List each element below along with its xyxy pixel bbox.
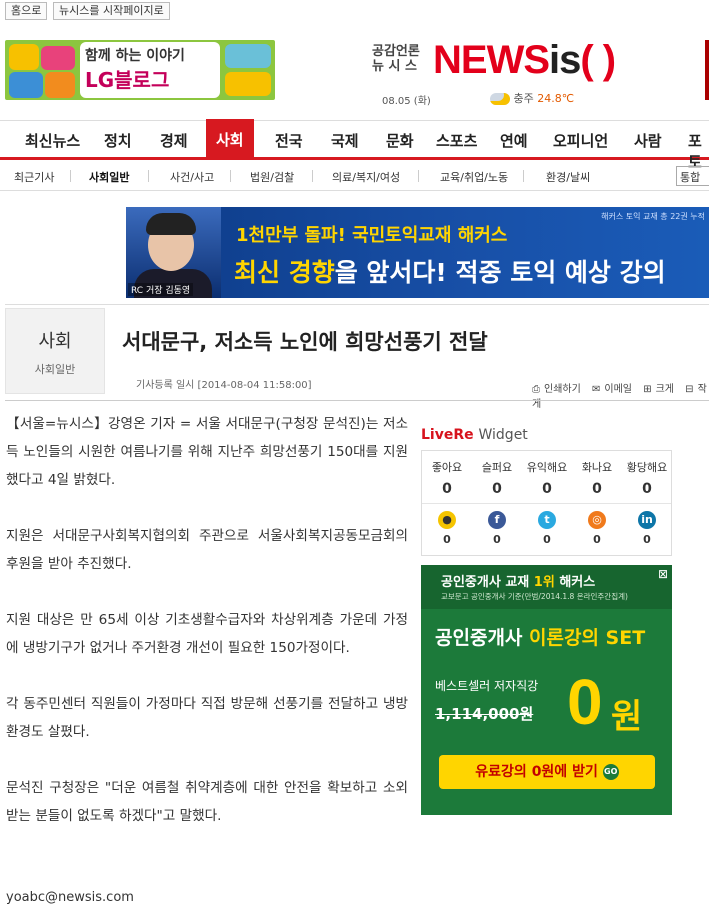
- article-paragraph: 지원 대상은 만 65세 이상 기초생활수급자와 차상위계층 가운데 가정에 냉…: [6, 612, 408, 656]
- nav-politics[interactable]: 정치: [104, 130, 132, 151]
- reporter-email[interactable]: yoabc@newsis.com: [6, 890, 134, 905]
- banner-headline: 1천만부 돌파! 국민토익교재 해커스: [236, 225, 508, 246]
- sub-nav: 최근기사 사회일반 사건/사고 법원/검찰 의료/복지/여성 교육/취업/노동 …: [0, 163, 709, 191]
- subnav-recent[interactable]: 최근기사: [14, 169, 54, 185]
- ad-title: 공인중개사 이론강의 SET: [435, 627, 646, 649]
- share-facebook[interactable]: f0: [472, 503, 522, 546]
- nav-economy[interactable]: 경제: [160, 130, 188, 151]
- article-paragraph: 【서울=뉴시스】강영온 기자 = 서울 서대문구(구청장 문석진)는 저소득 노…: [6, 416, 408, 488]
- lg-banner-line1: 함께 하는 이야기: [85, 48, 185, 64]
- subnav-environment[interactable]: 환경/날씨: [546, 169, 590, 185]
- subsection-title: 사회일반: [34, 363, 76, 376]
- divider: [5, 400, 709, 401]
- section-label-box: 사회 사회일반: [5, 308, 105, 394]
- lg-banner-line2: LG블로그: [85, 68, 170, 92]
- logo-tagline: 공감언론 뉴 시 스: [372, 44, 420, 74]
- article-paragraph: 각 동주민센터 직원들이 가정마다 직접 방문해 선풍기를 전달하고 냉방환경도…: [6, 696, 408, 740]
- nav-international[interactable]: 국제: [331, 130, 359, 151]
- ad-original-price: 1,114,000원: [435, 705, 534, 723]
- mail-icon: ✉: [592, 384, 601, 395]
- section-title: 사회: [38, 331, 72, 352]
- go-icon: GO: [602, 764, 619, 780]
- plus-icon: ⊞: [643, 384, 652, 395]
- livere-widget: 좋아요 0 슬퍼요 0 유익해요 0 화나요 0 황당해요 0 ● 0 f0 t0 ◎ 0 i…: [421, 450, 672, 556]
- rss-icon: ◎: [588, 511, 606, 529]
- ad-won: 원: [611, 697, 643, 737]
- newsis-logo[interactable]: NEWSis( ): [433, 38, 616, 83]
- share-linkedin[interactable]: in 0: [622, 503, 672, 546]
- talk-icon: ●: [438, 511, 456, 529]
- subnav-education[interactable]: 교육/취업/노동: [440, 169, 508, 185]
- subnav-general[interactable]: 사회일반: [89, 169, 129, 185]
- facebook-icon: f: [488, 511, 506, 529]
- nav-sports[interactable]: 스포츠: [436, 130, 477, 151]
- ad-source-note: 교보문고 공인중개사 기준(만범/2014.1.8 온라인주간집계): [441, 592, 628, 601]
- main-nav: 최신뉴스 정치 경제 사회 전국 국제 문화 스포츠 연예 오피니언 사람 포토: [0, 119, 709, 171]
- right-edge-banner: [705, 40, 709, 100]
- reaction-useful[interactable]: 유익해요 0: [522, 451, 572, 497]
- nav-culture[interactable]: 문화: [386, 130, 414, 151]
- article-headline: 서대문구, 저소득 노인에 희망선풍기 전달: [122, 330, 488, 354]
- ad-close-icon[interactable]: ⊠: [658, 567, 668, 581]
- divider: [5, 304, 709, 305]
- article-timestamp: 기사등록 일시 [2014-08-04 11:58:00]: [136, 380, 312, 391]
- instructor-photo: RC 거장 김동영: [126, 207, 221, 298]
- nav-opinion[interactable]: 오피니언: [553, 130, 608, 151]
- cloud-sun-icon: [490, 93, 510, 105]
- article-paragraph: 문석진 구청장은 "더운 여름철 취약계층에 대한 안전을 확보하고 소외받는 …: [6, 780, 408, 824]
- subnav-incidents[interactable]: 사건/사고: [170, 169, 214, 185]
- reaction-absurd[interactable]: 황당해요 0: [622, 451, 672, 497]
- realtor-course-ad[interactable]: 공인중개사 교재 1위 해커스 교보문고 공인중개사 기준(만범/2014.1.…: [421, 565, 672, 815]
- article-paragraph: 지원은 서대문구사회복지협의회 주관으로 서울사회복지공동모금회의 후원을 받아…: [6, 528, 408, 572]
- article-tools: ⎙ 인쇄하기 ✉ 이메일 ⊞ 크게 ⊟ 작게: [532, 380, 709, 410]
- lg-blog-banner[interactable]: 함께 하는 이야기 LG블로그: [5, 40, 275, 100]
- subnav-welfare[interactable]: 의료/복지/여성: [332, 169, 400, 185]
- reaction-like[interactable]: 좋아요 0: [422, 451, 472, 497]
- search-input[interactable]: 통합: [676, 166, 709, 186]
- livere-widget-title: LiveRe Widget: [421, 427, 528, 443]
- ad-header: 공인중개사 교재 1위 해커스: [441, 575, 596, 590]
- ad-subtitle: 베스트셀러 저자직강: [435, 679, 539, 693]
- hackers-toeic-banner[interactable]: RC 거장 김동영 해커스 토익 교재 총 22권 누적 1천만부 돌파! 국민…: [126, 207, 709, 298]
- share-talk[interactable]: ● 0: [422, 503, 472, 546]
- reaction-sad[interactable]: 슬퍼요 0: [472, 451, 522, 497]
- email-button[interactable]: ✉ 이메일: [592, 384, 636, 395]
- header-date: 08.05 (화): [382, 96, 431, 107]
- banner-slogan: 최신 경향을 앞서다! 적중 토익 예상 강의: [234, 258, 666, 287]
- nav-national[interactable]: 전국: [275, 130, 303, 151]
- nav-entertainment[interactable]: 연예: [500, 130, 528, 151]
- home-button[interactable]: 홈으로: [5, 2, 48, 20]
- subnav-courts[interactable]: 법원/검찰: [250, 169, 294, 185]
- font-larger-button[interactable]: ⊞ 크게: [643, 384, 678, 395]
- set-homepage-button[interactable]: 뉴시스를 시작페이지로: [53, 2, 170, 20]
- reaction-angry[interactable]: 화나요 0: [572, 451, 622, 497]
- nav-latest[interactable]: 최신뉴스: [25, 130, 80, 151]
- ad-zero: 0: [567, 666, 603, 738]
- weather-widget: 충주 24.8℃: [490, 90, 574, 106]
- nav-society[interactable]: 사회: [206, 119, 254, 160]
- linkedin-icon: in: [638, 511, 656, 529]
- print-icon: ⎙: [532, 384, 540, 395]
- share-twitter[interactable]: t0: [522, 503, 572, 546]
- article-body: 【서울=뉴시스】강영온 기자 = 서울 서대문구(구청장 문석진)는 저소득 노…: [6, 410, 408, 858]
- minus-icon: ⊟: [685, 384, 694, 395]
- ad-cta-button[interactable]: 유료강의 0원에 받기 GO: [439, 755, 655, 789]
- print-button[interactable]: ⎙ 인쇄하기: [532, 384, 585, 395]
- nav-people[interactable]: 사람: [634, 130, 662, 151]
- share-rss[interactable]: ◎ 0: [572, 503, 622, 546]
- twitter-icon: t: [538, 511, 556, 529]
